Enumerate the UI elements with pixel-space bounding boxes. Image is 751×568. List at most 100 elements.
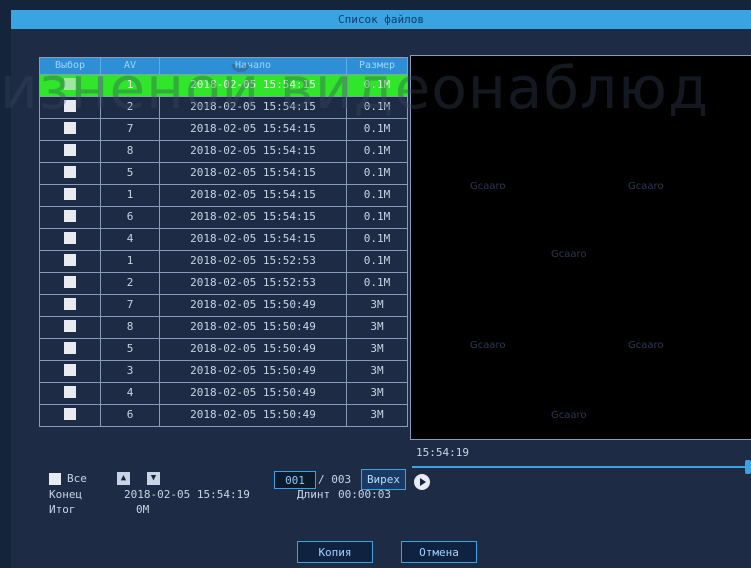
row-start-time: 2018-02-05 15:54:15 xyxy=(160,141,347,162)
row-checkbox[interactable] xyxy=(64,121,76,134)
row-select-cell xyxy=(40,295,101,316)
row-checkbox[interactable] xyxy=(64,187,76,200)
row-channel: 4 xyxy=(101,229,160,250)
table-row[interactable]: 4 2018-02-05 15:50:49 3M xyxy=(40,382,407,404)
row-start-time: 2018-02-05 15:50:49 xyxy=(160,405,347,426)
goto-page-button[interactable]: Вирех xyxy=(361,469,406,490)
end-label: Конец xyxy=(49,488,83,501)
row-select-cell xyxy=(40,229,101,250)
row-select-cell xyxy=(40,185,101,206)
row-channel: 7 xyxy=(101,295,160,316)
page-total: / 003 xyxy=(318,473,352,486)
total-value: 0M xyxy=(136,503,150,516)
row-select-cell xyxy=(40,207,101,228)
seek-bar[interactable] xyxy=(412,466,751,468)
table-row[interactable]: 7 2018-02-05 15:50:49 3M xyxy=(40,294,407,316)
row-channel: 2 xyxy=(101,273,160,294)
table-row[interactable]: 8 2018-02-05 15:50:49 3M xyxy=(40,316,407,338)
row-start-time: 2018-02-05 15:50:49 xyxy=(160,383,347,404)
row-select-cell xyxy=(40,163,101,184)
row-size: 3M xyxy=(370,364,384,377)
copy-button[interactable]: Копия xyxy=(297,541,373,563)
cancel-button[interactable]: Отмена xyxy=(401,541,477,563)
select-all[interactable]: Все xyxy=(49,472,87,485)
row-select-cell xyxy=(40,273,101,294)
dvr-file-list-screen: Список файлов Выбор AV Начало Размер 1 20… xyxy=(0,0,751,568)
page-number-input[interactable]: 001 xyxy=(274,471,316,489)
table-row[interactable]: 6 2018-02-05 15:50:49 3M xyxy=(40,404,407,426)
watermark-logo: Gcaaro xyxy=(551,249,587,260)
row-start-time: 2018-02-05 15:54:15 xyxy=(160,119,347,140)
row-start-time: 2018-02-05 15:50:49 xyxy=(160,339,347,360)
row-start-time: 2018-02-05 15:50:49 xyxy=(160,295,347,316)
row-start-time: 2018-02-05 15:54:15 xyxy=(160,163,347,184)
row-size: 0.1M xyxy=(363,276,391,289)
row-checkbox[interactable] xyxy=(64,165,76,178)
row-channel: 8 xyxy=(101,317,160,338)
table-row[interactable]: 4 2018-02-05 15:54:15 0.1M xyxy=(40,228,407,250)
table-body: 1 2018-02-05 15:54:15 0.1M 2 2018-02-05 15:5… xyxy=(40,74,407,426)
watermark-logo: Gcaaro xyxy=(470,181,506,192)
watermark-logo: Gcaaro xyxy=(551,410,587,421)
table-row[interactable]: 2 2018-02-05 15:52:53 0.1M xyxy=(40,272,407,294)
row-channel: 1 xyxy=(101,251,160,272)
row-size: 3M xyxy=(370,386,384,399)
row-channel: 7 xyxy=(101,119,160,140)
row-checkbox[interactable] xyxy=(64,253,76,266)
row-start-time: 2018-02-05 15:54:15 xyxy=(160,207,347,228)
row-checkbox[interactable] xyxy=(64,275,76,288)
row-checkbox[interactable] xyxy=(64,341,76,354)
row-channel: 5 xyxy=(101,339,160,360)
row-start-time: 2018-02-05 15:50:49 xyxy=(160,361,347,382)
row-size: 0.1M xyxy=(363,144,391,157)
row-start-time: 2018-02-05 15:50:49 xyxy=(160,317,347,338)
row-size: 3M xyxy=(370,320,384,333)
row-checkbox[interactable] xyxy=(64,231,76,244)
window-title: Список файлов xyxy=(11,10,751,29)
row-select-cell xyxy=(40,383,101,404)
table-row[interactable]: 6 2018-02-05 15:54:15 0.1M xyxy=(40,206,407,228)
row-size: 3M xyxy=(370,298,384,311)
row-checkbox[interactable] xyxy=(64,363,76,376)
total-label: Итог xyxy=(49,503,76,516)
watermark-logo: Gcaaro xyxy=(628,340,664,351)
row-size: 3M xyxy=(370,408,384,421)
row-checkbox[interactable] xyxy=(64,319,76,332)
row-channel: 6 xyxy=(101,207,160,228)
watermark-logo: Gcaaro xyxy=(470,340,506,351)
seek-handle[interactable] xyxy=(745,460,751,474)
row-checkbox[interactable] xyxy=(64,407,76,420)
row-start-time: 2018-02-05 15:52:53 xyxy=(160,251,347,272)
row-channel: 4 xyxy=(101,383,160,404)
row-select-cell xyxy=(40,141,101,162)
row-start-time: 2018-02-05 15:54:15 xyxy=(160,229,347,250)
table-row[interactable]: 1 2018-02-05 15:54:15 0.1M xyxy=(40,184,407,206)
row-size: 0.1M xyxy=(363,166,391,179)
row-channel: 5 xyxy=(101,163,160,184)
row-select-cell xyxy=(40,361,101,382)
select-all-label: Все xyxy=(67,472,87,485)
scroll-down-button[interactable]: ▼ xyxy=(147,472,160,485)
row-checkbox[interactable] xyxy=(64,297,76,310)
row-size: 0.1M xyxy=(363,210,391,223)
watermark-logo: Gcaaro xyxy=(628,181,664,192)
row-start-time: 2018-02-05 15:52:53 xyxy=(160,273,347,294)
row-start-time: 2018-02-05 15:54:15 xyxy=(160,185,347,206)
table-row[interactable]: 5 2018-02-05 15:50:49 3M xyxy=(40,338,407,360)
row-size: 0.1M xyxy=(363,188,391,201)
table-row[interactable]: 3 2018-02-05 15:50:49 3M xyxy=(40,360,407,382)
table-row[interactable]: 5 2018-02-05 15:54:15 0.1M xyxy=(40,162,407,184)
scroll-up-button[interactable]: ▲ xyxy=(117,472,130,485)
select-all-checkbox[interactable] xyxy=(49,472,61,485)
row-select-cell xyxy=(40,405,101,426)
row-channel: 1 xyxy=(101,185,160,206)
row-checkbox[interactable] xyxy=(64,385,76,398)
table-row[interactable]: 1 2018-02-05 15:52:53 0.1M xyxy=(40,250,407,272)
row-checkbox[interactable] xyxy=(64,143,76,156)
row-channel: 3 xyxy=(101,361,160,382)
row-channel: 8 xyxy=(101,141,160,162)
play-icon[interactable] xyxy=(414,474,430,490)
table-row[interactable]: 8 2018-02-05 15:54:15 0.1M xyxy=(40,140,407,162)
row-checkbox[interactable] xyxy=(64,209,76,222)
watermark-text: изненой видеонаблюд xyxy=(0,54,710,122)
